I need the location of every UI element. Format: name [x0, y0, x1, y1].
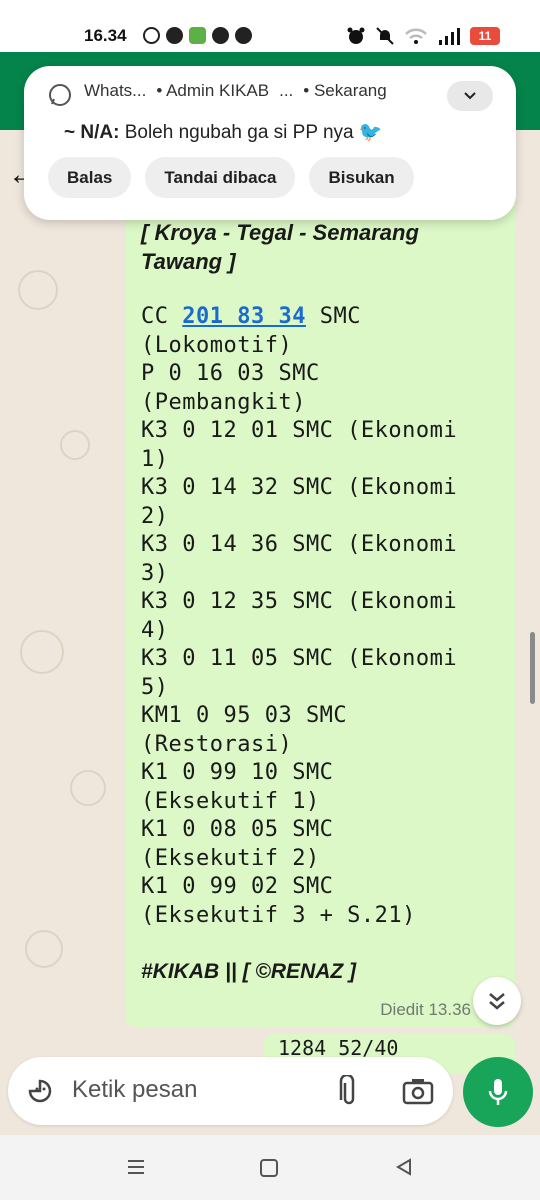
back-triangle-icon[interactable] [394, 1157, 414, 1177]
message-prefix: CC [141, 304, 183, 329]
status-icons-left [143, 27, 252, 44]
message-body: CC 201 83 34 SMC (Lokomotif) P 0 16 03 S… [141, 303, 511, 930]
scrollbar[interactable] [530, 632, 535, 704]
facebook-icon [212, 27, 229, 44]
message-input-bar[interactable]: Ketik pesan [8, 1057, 453, 1125]
message-bubble[interactable]: [ Kroya - Tegal - Semarang Tawang ] CC 2… [126, 190, 515, 1028]
notification-text: Boleh ngubah ga si PP nya [124, 122, 354, 143]
notification-group-suffix: ... [279, 81, 294, 100]
whatsapp-icon [49, 84, 71, 106]
notification-time: • Sekarang [303, 81, 387, 100]
reply-button[interactable]: Balas [48, 157, 132, 198]
wifi-icon [405, 28, 427, 44]
wallpaper-doodle [70, 770, 106, 806]
bird-emoji-icon: 🐦 [358, 122, 383, 143]
home-icon[interactable] [260, 1159, 278, 1177]
status-icons-right: 11 [346, 26, 500, 46]
mute-icon [376, 27, 394, 45]
phone-number-link[interactable]: 201 83 34 [182, 304, 306, 329]
paperclip-icon[interactable] [336, 1075, 362, 1109]
wallpaper-doodle [60, 430, 90, 460]
message-body-text: SMC (Lokomotif) P 0 16 03 SMC (Pembangki… [141, 304, 458, 928]
message-edited-time: Diedit 13.36 [380, 1000, 471, 1019]
signal-icon [439, 28, 460, 45]
whatsapp-icon [143, 27, 160, 44]
message-title: [ Kroya - Tegal - Semarang Tawang ] [141, 220, 419, 274]
message-input[interactable]: Ketik pesan [72, 1076, 197, 1104]
battery-icon: 11 [470, 27, 500, 45]
recent-apps-icon[interactable] [126, 1157, 146, 1177]
microphone-icon [488, 1079, 508, 1105]
app-icon [166, 27, 183, 44]
app-icon [189, 27, 206, 44]
voice-message-button[interactable] [463, 1057, 533, 1127]
notification-actions: Balas Tandai dibaca Bisukan [48, 157, 414, 198]
scroll-to-bottom-button[interactable] [473, 977, 521, 1025]
mute-button[interactable]: Bisukan [309, 157, 414, 198]
double-chevron-down-icon [489, 993, 505, 1010]
notification-header: Whats... • Admin KIKAB ... • Sekarang [84, 81, 387, 101]
alarm-icon [347, 27, 365, 44]
emoji-sticker-icon[interactable] [25, 1076, 55, 1106]
wallpaper-doodle [18, 270, 58, 310]
notification-message: ~ N/A: Boleh ngubah ga si PP nya 🐦 [64, 120, 383, 144]
wallpaper-doodle [20, 630, 64, 674]
status-bar: 16.34 11 [0, 0, 540, 52]
system-navigation-bar [0, 1135, 540, 1200]
wallpaper-doodle [25, 930, 63, 968]
chat-icon [235, 27, 252, 44]
notification-app-name: Whats... [84, 81, 147, 100]
notification-expand-button[interactable] [447, 81, 493, 111]
chevron-down-icon [464, 92, 476, 100]
mark-as-read-button[interactable]: Tandai dibaca [145, 157, 296, 198]
message-hashtag: #KIKAB || [ ©RENAZ ] [141, 960, 357, 983]
camera-icon[interactable] [402, 1077, 434, 1105]
notification-sender: ~ N/A: [64, 122, 120, 143]
notification-group-name: • Admin KIKAB [156, 81, 270, 100]
notification-card[interactable]: Whats... • Admin KIKAB ... • Sekarang ~ … [24, 66, 516, 220]
status-time: 16.34 [84, 26, 127, 45]
